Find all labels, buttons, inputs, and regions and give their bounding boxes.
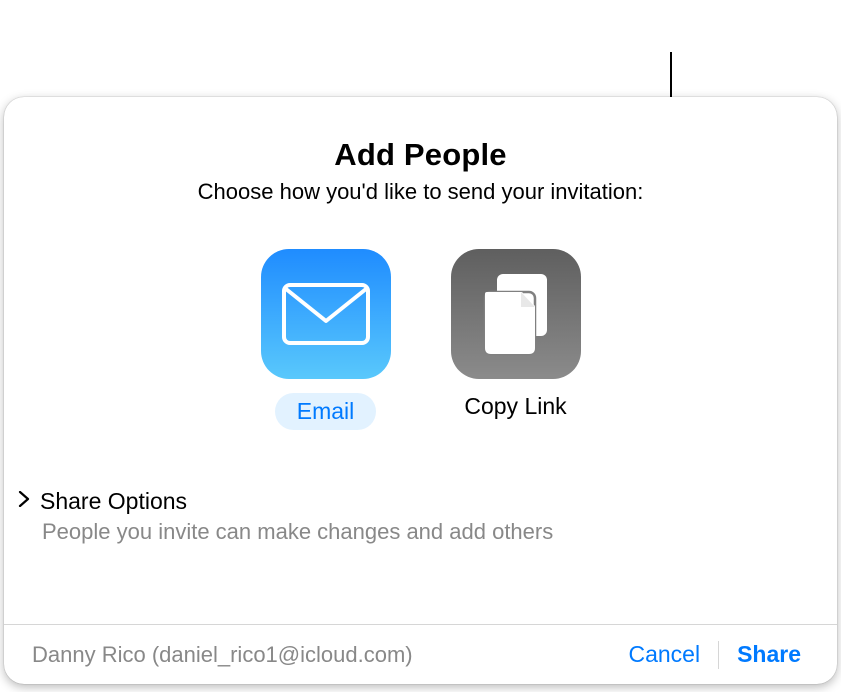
copy-link-app-icon (451, 249, 581, 379)
cancel-button[interactable]: Cancel (610, 635, 718, 675)
email-app-icon (261, 249, 391, 379)
chevron-right-icon (14, 490, 34, 513)
share-button[interactable]: Share (719, 635, 819, 675)
email-option-label: Email (275, 393, 377, 430)
footer-user-label: Danny Rico (daniel_rico1@icloud.com) (32, 642, 413, 668)
invitation-options-row: Email Copy Link (4, 249, 837, 430)
copy-link-option-label: Copy Link (464, 393, 566, 420)
envelope-icon (282, 283, 370, 345)
dialog-subtitle: Choose how you'd like to send your invit… (4, 179, 837, 205)
copy-documents-icon (477, 270, 555, 358)
share-options-section: Share Options People you invite can make… (4, 488, 837, 545)
dialog-header: Add People Choose how you'd like to send… (4, 97, 837, 205)
share-options-toggle[interactable]: Share Options (14, 488, 837, 515)
dialog-title: Add People (4, 137, 837, 173)
copy-link-option[interactable]: Copy Link (451, 249, 581, 430)
add-people-dialog: Add People Choose how you'd like to send… (4, 97, 837, 684)
email-option[interactable]: Email (261, 249, 391, 430)
share-options-description: People you invite can make changes and a… (42, 519, 837, 545)
share-options-title: Share Options (40, 488, 187, 515)
dialog-footer: Danny Rico (daniel_rico1@icloud.com) Can… (4, 624, 837, 684)
